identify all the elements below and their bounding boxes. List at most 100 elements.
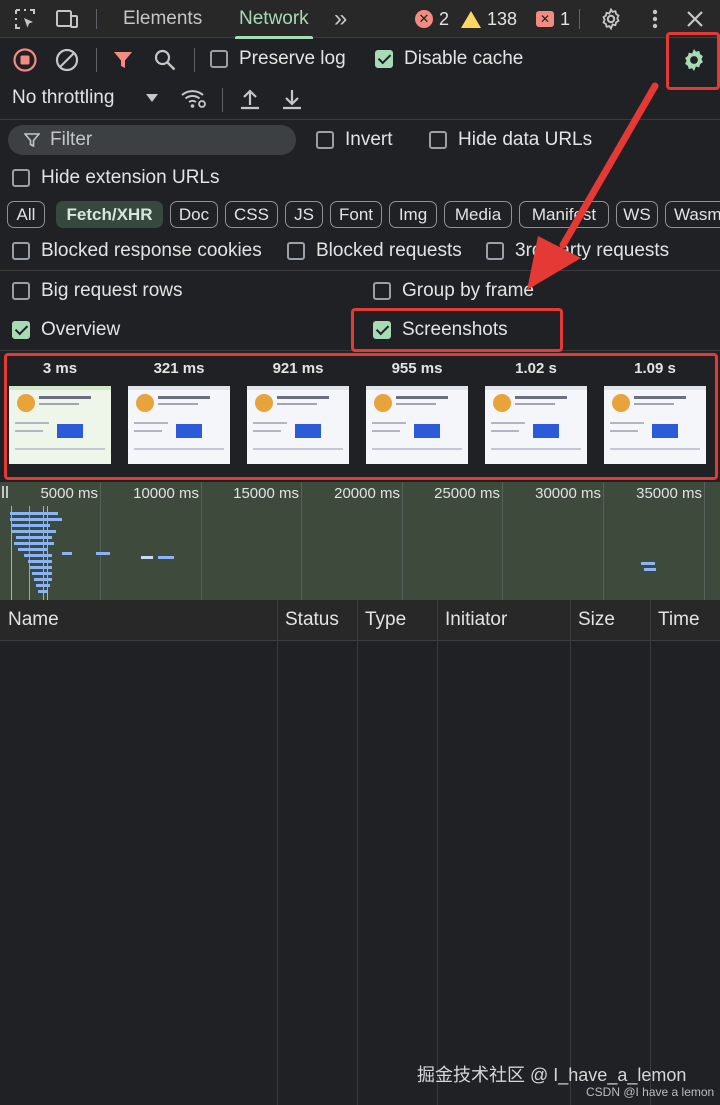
invert-box[interactable] <box>316 131 334 149</box>
big-request-rows-checkbox[interactable]: Big request rows <box>12 280 183 302</box>
column-header-time[interactable]: Time <box>650 600 720 641</box>
screenshot-thumbnail[interactable] <box>604 386 706 464</box>
screenshots-checkbox[interactable]: Screenshots <box>373 319 508 341</box>
chip-fetch-xhr[interactable]: Fetch/XHR <box>56 201 163 228</box>
request-bar <box>96 552 110 555</box>
screenshot-frame[interactable]: 3 ms <box>5 352 115 480</box>
big-request-rows-box[interactable] <box>12 282 30 300</box>
third-party-box[interactable] <box>486 242 504 260</box>
filter-placeholder: Filter <box>50 129 93 150</box>
column-divider[interactable] <box>650 600 651 1105</box>
settings-gear-icon[interactable] <box>596 0 626 38</box>
overview-checkbox[interactable]: Overview <box>12 319 120 341</box>
request-bar <box>641 562 655 565</box>
chip-wasm[interactable]: Wasm <box>665 201 720 228</box>
blocked-requests-checkbox[interactable]: Blocked requests <box>287 240 462 262</box>
chip-font[interactable]: Font <box>330 201 382 228</box>
hide-extension-urls-checkbox[interactable]: Hide extension URLs <box>12 167 219 189</box>
hide-data-urls-checkbox[interactable]: Hide data URLs <box>429 129 592 151</box>
group-by-frame-checkbox[interactable]: Group by frame <box>373 280 534 302</box>
request-bar <box>62 552 72 555</box>
record-stop-icon[interactable] <box>12 47 38 73</box>
screenshots-box[interactable] <box>373 321 391 339</box>
overview-box[interactable] <box>12 321 30 339</box>
hide-extension-urls-box[interactable] <box>12 169 30 187</box>
export-har-icon[interactable] <box>280 86 304 112</box>
warning-counter[interactable]: 138 <box>461 0 517 38</box>
tab-elements[interactable]: Elements <box>123 0 202 38</box>
screenshot-thumbnail[interactable] <box>247 386 349 464</box>
filter-input[interactable]: Filter <box>8 125 296 155</box>
error-counter[interactable]: ✕ 2 <box>415 0 449 38</box>
preserve-log-label: Preserve log <box>239 48 346 69</box>
screenshot-frame[interactable]: 1.09 s <box>600 352 710 480</box>
column-header-initiator[interactable]: Initiator <box>437 600 570 641</box>
screenshot-thumbnail[interactable] <box>485 386 587 464</box>
screenshot-frame[interactable]: 921 ms <box>243 352 353 480</box>
filter-funnel-icon[interactable] <box>110 47 136 73</box>
import-har-icon[interactable] <box>238 86 262 112</box>
network-settings-gear-icon[interactable] <box>680 46 708 74</box>
column-header-name[interactable]: Name <box>0 600 277 641</box>
column-header-status[interactable]: Status <box>277 600 357 641</box>
column-divider[interactable] <box>570 600 571 1105</box>
request-table: Name Status Type Initiator Size Time <box>0 600 720 1105</box>
group-by-frame-box[interactable] <box>373 282 391 300</box>
preserve-log-checkbox[interactable]: Preserve log <box>210 48 346 70</box>
disable-cache-checkbox[interactable]: Disable cache <box>375 48 523 70</box>
blocked-cookies-checkbox[interactable]: Blocked response cookies <box>12 240 262 262</box>
overview-timeline[interactable]: 5000 ms 10000 ms 15000 ms 20000 ms 25000… <box>0 482 720 600</box>
screenshot-frame[interactable]: 955 ms <box>362 352 472 480</box>
search-icon[interactable] <box>152 47 178 73</box>
device-toolbar-icon[interactable] <box>52 0 82 38</box>
tab-network[interactable]: Network <box>235 0 313 39</box>
blocked-cookies-box[interactable] <box>12 242 30 260</box>
screenshot-thumbnail[interactable] <box>9 386 111 464</box>
error-count: 2 <box>439 8 450 29</box>
third-party-label: 3rd-party requests <box>515 240 670 261</box>
chip-js[interactable]: JS <box>285 201 323 228</box>
preserve-log-box[interactable] <box>210 50 228 68</box>
request-bar <box>12 524 50 527</box>
request-bar <box>24 554 52 557</box>
column-header-size[interactable]: Size <box>570 600 650 641</box>
chip-img[interactable]: Img <box>389 201 437 228</box>
disable-cache-box[interactable] <box>375 50 393 68</box>
chip-css[interactable]: CSS <box>225 201 278 228</box>
column-divider[interactable] <box>357 600 358 1105</box>
more-tabs-button[interactable]: » <box>334 0 347 38</box>
chip-manifest[interactable]: Manifest <box>519 201 609 228</box>
column-header-type[interactable]: Type <box>357 600 437 641</box>
inspect-element-icon[interactable] <box>10 0 40 38</box>
hide-data-urls-box[interactable] <box>429 131 447 149</box>
divider <box>579 9 580 29</box>
chip-doc[interactable]: Doc <box>170 201 218 228</box>
screenshot-thumbnail[interactable] <box>128 386 230 464</box>
screenshot-frame[interactable]: 1.02 s <box>481 352 591 480</box>
screenshot-thumbnail[interactable] <box>366 386 468 464</box>
screenshots-label: Screenshots <box>402 319 508 340</box>
screenshot-frame[interactable]: 321 ms <box>124 352 234 480</box>
column-divider[interactable] <box>277 600 278 1105</box>
close-icon[interactable] <box>680 0 710 38</box>
issues-counter[interactable]: ✕ 1 <box>536 0 570 38</box>
third-party-checkbox[interactable]: 3rd-party requests <box>486 240 669 262</box>
blocked-requests-box[interactable] <box>287 242 305 260</box>
clear-icon[interactable] <box>54 47 80 73</box>
chip-media[interactable]: Media <box>444 201 512 228</box>
request-bar <box>141 556 153 559</box>
throttling-select[interactable]: No throttling <box>12 87 114 109</box>
chip-all[interactable]: All <box>7 201 45 228</box>
invert-checkbox[interactable]: Invert <box>316 129 393 151</box>
request-bar <box>28 560 52 563</box>
invert-label: Invert <box>345 129 393 150</box>
network-conditions-icon[interactable] <box>180 86 208 112</box>
chip-ws[interactable]: WS <box>616 201 658 228</box>
more-options-icon[interactable] <box>640 0 670 38</box>
request-bar <box>10 512 58 515</box>
request-bar <box>10 518 62 521</box>
column-divider[interactable] <box>437 600 438 1105</box>
chevron-down-icon[interactable] <box>144 88 160 108</box>
screenshot-time: 1.02 s <box>515 360 557 377</box>
timeline-tick-label: 25000 ms <box>434 485 500 502</box>
